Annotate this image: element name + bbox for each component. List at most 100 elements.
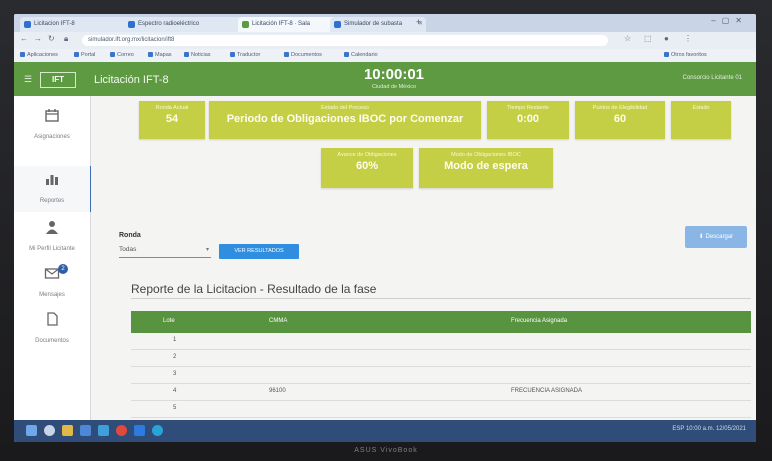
card-label: Modo de Obligaciones IBOC bbox=[451, 152, 521, 158]
table-row[interactable]: 3 bbox=[131, 367, 751, 384]
store-icon[interactable] bbox=[80, 425, 91, 436]
screen: Licitacion IFT-8 ✕ Espectro radioeléctri… bbox=[14, 14, 756, 442]
ronda-select[interactable]: Todas ▾ bbox=[119, 243, 211, 258]
show-results-button[interactable]: VER RESULTADOS bbox=[219, 244, 299, 259]
card-label: Puntos de Elegibilidad bbox=[592, 105, 648, 111]
sidebar-item-label: Asignaciones bbox=[34, 134, 70, 140]
mail-icon[interactable] bbox=[98, 425, 109, 436]
card-modo: Modo de Obligaciones IBOC Modo de espera bbox=[419, 148, 553, 188]
bookmark[interactable]: Documentos bbox=[284, 52, 322, 58]
table-row[interactable]: 4 96100 FRECUENCIA ASIGNADA bbox=[131, 384, 751, 401]
sidebar-item-documentos[interactable]: Documentos bbox=[14, 306, 90, 352]
card-label: Avance de Obligaciones bbox=[337, 152, 397, 158]
download-button-label: Descargar bbox=[705, 234, 734, 240]
extensions-icon[interactable]: ⬚ bbox=[644, 34, 652, 43]
tab-label: Licitacion IFT-8 bbox=[34, 21, 75, 27]
column-header-cmma[interactable]: CMMA bbox=[269, 318, 287, 324]
bookmark[interactable]: Aplicaciones bbox=[20, 52, 58, 58]
table-row[interactable]: 1 bbox=[131, 333, 751, 350]
column-header-lote[interactable]: Lote bbox=[163, 318, 175, 324]
card-label: Ronda Actual bbox=[155, 105, 189, 111]
user-icon bbox=[46, 221, 58, 234]
sidebar-item-reportes[interactable]: Reportes bbox=[14, 166, 93, 212]
star-icon[interactable]: ☆ bbox=[624, 34, 631, 43]
start-icon[interactable] bbox=[26, 425, 37, 436]
folder-icon[interactable] bbox=[62, 425, 73, 436]
table-row[interactable]: 2 bbox=[131, 350, 751, 367]
app-logo: IFT bbox=[40, 72, 76, 88]
url-field[interactable]: simulador.ift.org.mx/licitacion/ift8 bbox=[82, 35, 608, 46]
app-header: ☰ IFT Licitación IFT-8 10:00:01 Ciudad d… bbox=[14, 62, 756, 96]
browser-tab[interactable]: Simulador de subasta ✕ bbox=[330, 17, 426, 32]
card-label: Estado bbox=[692, 105, 710, 111]
results-table: Lote CMMA Frecuencia Asignada 1 2 3 4 96… bbox=[131, 311, 751, 418]
address-bar-row: ← → ↻ 🔒︎ simulador.ift.org.mx/licitacion… bbox=[14, 32, 756, 49]
bookmark[interactable]: Noticias bbox=[184, 52, 211, 58]
bookmark[interactable]: Correo bbox=[110, 52, 134, 58]
card-periodo: Estado del Proceso Periodo de Obligacion… bbox=[209, 101, 481, 139]
new-tab-icon[interactable]: + bbox=[416, 17, 421, 27]
sidebar-item-label: Mi Perfil Licitante bbox=[29, 246, 75, 252]
sidebar-item-label: Reportes bbox=[39, 198, 65, 204]
bookmark[interactable]: Mapas bbox=[148, 52, 172, 58]
table-header: Lote CMMA Frecuencia Asignada bbox=[131, 311, 751, 333]
menu-icon[interactable]: ⋮ bbox=[684, 34, 692, 43]
reload-icon[interactable]: ↻ bbox=[48, 34, 55, 43]
lock-icon: 🔒︎ bbox=[64, 34, 69, 43]
tab-favicon-icon bbox=[242, 21, 249, 28]
bookmarks-bar: Aplicaciones Portal Correo Mapas Noticia… bbox=[14, 49, 756, 62]
edge-icon[interactable] bbox=[152, 425, 163, 436]
messages-badge: 2 bbox=[58, 264, 68, 274]
word-icon[interactable] bbox=[134, 425, 145, 436]
browser-tab-active[interactable]: Licitación IFT-8 · Sala ✕ bbox=[238, 17, 340, 32]
menu-toggle-icon[interactable]: ☰ bbox=[24, 74, 32, 85]
bar-chart-icon bbox=[46, 175, 58, 185]
card-avance: Avance de Obligaciones 60% bbox=[321, 148, 413, 188]
card-ronda-actual: Ronda Actual 54 bbox=[139, 101, 205, 139]
card-value: Modo de espera bbox=[444, 160, 528, 172]
cell-frecuencia: FRECUENCIA ASIGNADA bbox=[511, 388, 583, 394]
forward-icon[interactable]: → bbox=[34, 34, 42, 43]
app-title: Licitación IFT-8 bbox=[94, 74, 169, 86]
table-row[interactable]: 5 bbox=[131, 401, 751, 418]
document-icon bbox=[47, 312, 58, 326]
card-value: 60% bbox=[355, 160, 379, 172]
browser-tab[interactable]: Espectro radioeléctrico ✕ bbox=[124, 17, 248, 32]
search-icon[interactable] bbox=[44, 425, 55, 436]
profile-icon[interactable]: ● bbox=[664, 34, 669, 43]
card-value: 0:00 bbox=[516, 113, 540, 125]
download-button[interactable]: ⬇ Descargar bbox=[685, 226, 747, 248]
card-extra: Estado bbox=[671, 101, 731, 139]
bookmark[interactable]: Traductor bbox=[230, 52, 260, 58]
sidebar-item-mensajes[interactable]: 2 Mensajes bbox=[14, 260, 90, 306]
window-controls-icon[interactable]: –▢✕ bbox=[711, 16, 748, 25]
sidebar-item-asignaciones[interactable]: Asignaciones bbox=[14, 102, 90, 148]
card-value: 54 bbox=[165, 113, 179, 125]
tab-label: Licitación IFT-8 · Sala bbox=[252, 21, 311, 27]
cell-cmma: 96100 bbox=[269, 388, 286, 394]
chevron-down-icon: ▾ bbox=[205, 247, 209, 253]
card-puntos: Puntos de Elegibilidad 60 bbox=[575, 101, 665, 139]
system-tray[interactable]: ESP 10:00 a.m. 12/05/2021 bbox=[672, 426, 746, 432]
back-icon[interactable]: ← bbox=[20, 34, 28, 43]
cell-lote: 2 bbox=[173, 354, 177, 360]
bookmark[interactable]: Otros favoritos bbox=[664, 52, 707, 58]
tab-label: Simulador de subasta bbox=[344, 21, 403, 27]
divider bbox=[131, 298, 751, 299]
bookmark[interactable]: Portal bbox=[74, 52, 95, 58]
tab-favicon-icon bbox=[334, 21, 341, 28]
column-header-frecuencia[interactable]: Frecuencia Asignada bbox=[511, 318, 567, 324]
browser-tab[interactable]: Licitacion IFT-8 ✕ bbox=[20, 17, 134, 32]
bookmark[interactable]: Calendario bbox=[344, 52, 378, 58]
cell-lote: 3 bbox=[173, 371, 177, 377]
calendar-icon bbox=[45, 109, 59, 122]
tab-favicon-icon bbox=[24, 21, 31, 28]
os-taskbar: ESP 10:00 a.m. 12/05/2021 bbox=[14, 420, 756, 442]
sidebar-item-perfil[interactable]: Mi Perfil Licitante bbox=[14, 214, 90, 260]
cell-lote: 4 bbox=[173, 388, 177, 394]
user-name[interactable]: Consorcio Licitante 01 bbox=[683, 75, 742, 81]
ronda-filter-label: Ronda bbox=[119, 232, 141, 239]
download-icon: ⬇ bbox=[698, 234, 706, 240]
chrome-icon[interactable] bbox=[116, 425, 127, 436]
cell-lote: 1 bbox=[173, 337, 177, 343]
